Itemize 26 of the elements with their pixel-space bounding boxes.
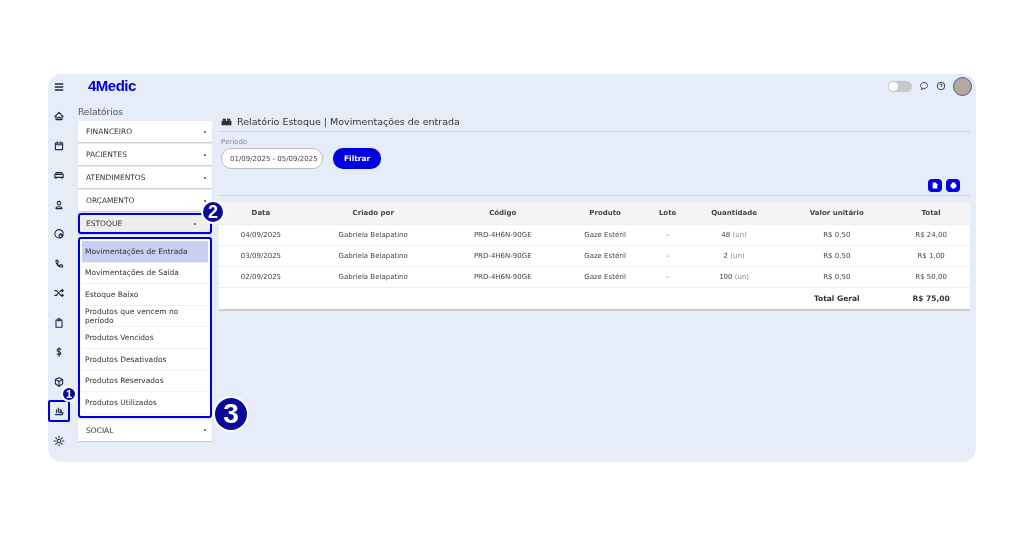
hand-chart-icon[interactable] [53, 405, 65, 417]
settings-icon[interactable] [53, 434, 65, 447]
avatar[interactable] [953, 76, 972, 96]
theme-toggle[interactable] [888, 80, 912, 92]
cube-icon[interactable] [53, 375, 65, 388]
callout-number: 3 [213, 395, 249, 432]
clipboard-icon[interactable] [53, 316, 65, 329]
shuffle-icon[interactable] [53, 287, 65, 299]
home-icon[interactable] [53, 110, 65, 122]
at-sign-icon[interactable] [53, 228, 65, 240]
sofa-icon[interactable] [53, 169, 65, 181]
help-icon[interactable] [936, 81, 946, 91]
printer-icon [949, 182, 957, 189]
user-icon[interactable] [53, 198, 65, 211]
export-button[interactable] [928, 179, 942, 192]
callout-number: 1 [61, 386, 77, 402]
calendar-icon[interactable] [53, 139, 65, 152]
print-button[interactable] [946, 179, 960, 192]
report-title: Relatório Estoque | Movimentações de entrada [237, 116, 460, 127]
chat-icon[interactable] [919, 81, 929, 91]
document-icon [932, 182, 938, 189]
phone-icon[interactable] [53, 257, 65, 270]
boxes-icon [221, 117, 232, 126]
logo: 4Medic [88, 76, 136, 94]
menu-icon[interactable] [53, 81, 65, 93]
page-title: Relatórios [78, 107, 124, 117]
